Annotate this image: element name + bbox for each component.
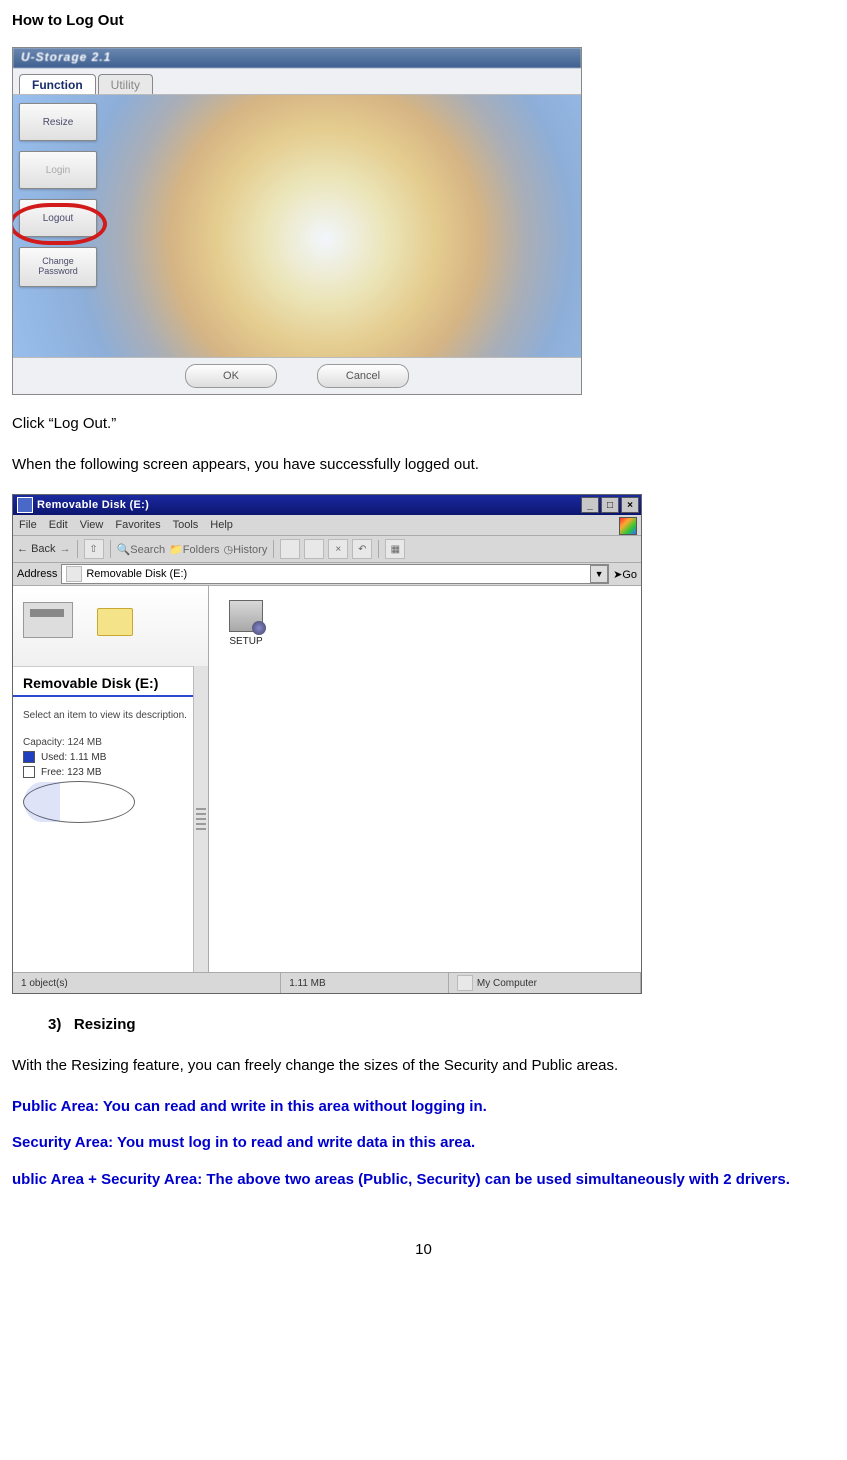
toolbar-back[interactable]: ← Back bbox=[17, 543, 56, 555]
setup-file[interactable]: SETUP bbox=[229, 600, 263, 647]
logout-button[interactable]: Logout bbox=[19, 199, 97, 237]
menu-edit[interactable]: Edit bbox=[49, 519, 68, 531]
ustorage-sidebar: Resize Login Logout Change Password bbox=[13, 95, 107, 357]
menu-help[interactable]: Help bbox=[210, 519, 233, 531]
tab-function[interactable]: Function bbox=[19, 74, 96, 94]
menu-file[interactable]: File bbox=[19, 519, 37, 531]
used-swatch-icon bbox=[23, 751, 35, 763]
text-logout-success: When the following screen appears, you h… bbox=[12, 454, 835, 477]
copy-to-icon[interactable] bbox=[304, 539, 324, 559]
menu-tools[interactable]: Tools bbox=[173, 519, 199, 531]
drive-icon bbox=[17, 497, 33, 513]
text-security-area: Security Area: You must log in to read a… bbox=[12, 1132, 835, 1155]
explorer-title-text: Removable Disk (E:) bbox=[37, 499, 581, 511]
ustorage-bottom-bar: OK Cancel bbox=[13, 357, 581, 394]
toolbar-forward[interactable]: → bbox=[60, 543, 71, 555]
cancel-button[interactable]: Cancel bbox=[317, 364, 409, 388]
windows-logo-icon bbox=[619, 517, 637, 535]
my-computer-icon bbox=[457, 975, 473, 991]
address-dropdown[interactable]: ▼ bbox=[590, 565, 608, 583]
figure-ustorage-window: U-Storage 2.1 Function Utility Resize Lo… bbox=[12, 47, 582, 395]
panel-info: Select an item to view its description. … bbox=[13, 697, 208, 826]
text-resizing-intro: With the Resizing feature, you can freel… bbox=[12, 1055, 835, 1078]
close-button[interactable]: × bbox=[621, 497, 639, 513]
explorer-addressbar: Address Removable Disk (E:) ▼ ➤Go bbox=[13, 563, 641, 586]
views-icon[interactable]: ▦ bbox=[385, 539, 405, 559]
address-field[interactable]: Removable Disk (E:) ▼ bbox=[61, 564, 609, 584]
setup-label: SETUP bbox=[229, 636, 263, 647]
free-swatch-icon bbox=[23, 766, 35, 778]
menu-view[interactable]: View bbox=[80, 519, 104, 531]
status-location: My Computer bbox=[449, 973, 641, 993]
address-label: Address bbox=[17, 568, 57, 580]
change-password-button[interactable]: Change Password bbox=[19, 247, 97, 287]
toolbar-folders[interactable]: 📁Folders bbox=[169, 543, 219, 556]
window-buttons: _ □ × bbox=[581, 497, 639, 513]
setup-exe-icon bbox=[229, 600, 263, 632]
panel-title: Removable Disk (E:) bbox=[13, 667, 208, 697]
used-row: Used: 1.11 MB bbox=[23, 751, 198, 763]
explorer-menubar: File Edit View Favorites Tools Help bbox=[13, 515, 641, 536]
heading-number: 3) bbox=[48, 1016, 61, 1033]
text-public-plus-security: ublic Area + Security Area: The above tw… bbox=[12, 1169, 835, 1192]
text-public-area: Public Area: You can read and write in t… bbox=[12, 1096, 835, 1119]
panel-scrollbar[interactable] bbox=[193, 666, 208, 972]
panel-description: Select an item to view its description. bbox=[23, 710, 198, 721]
ustorage-body: Resize Login Logout Change Password bbox=[13, 95, 581, 357]
status-objects: 1 object(s) bbox=[13, 973, 281, 993]
login-button[interactable]: Login bbox=[19, 151, 97, 189]
explorer-toolbar: ← Back → ⇧ 🔍Search 📁Folders ◷History × ↶… bbox=[13, 536, 641, 563]
panel-top-graphic bbox=[13, 586, 208, 667]
toolbar-history[interactable]: ◷History bbox=[223, 543, 267, 556]
ustorage-tabs: Function Utility bbox=[13, 68, 581, 95]
capacity-text: Capacity: 124 MB bbox=[23, 737, 198, 748]
explorer-titlebar: Removable Disk (E:) _ □ × bbox=[13, 495, 641, 515]
page-number: 10 bbox=[12, 1241, 835, 1258]
move-to-icon[interactable] bbox=[280, 539, 300, 559]
resize-button[interactable]: Resize bbox=[19, 103, 97, 141]
heading-resizing: 3) Resizing bbox=[48, 1016, 835, 1033]
toolbar-separator bbox=[77, 540, 78, 558]
undo-icon[interactable]: ↶ bbox=[352, 539, 372, 559]
text-click-logout: Click “Log Out.” bbox=[12, 413, 835, 436]
heading-how-to-log-out: How to Log Out bbox=[12, 12, 835, 29]
free-row: Free: 123 MB bbox=[23, 766, 198, 778]
explorer-file-area: SETUP bbox=[209, 586, 641, 972]
toolbar-search[interactable]: 🔍Search bbox=[117, 543, 166, 556]
maximize-button[interactable]: □ bbox=[601, 497, 619, 513]
tab-utility[interactable]: Utility bbox=[98, 74, 153, 94]
toolbar-separator bbox=[110, 540, 111, 558]
used-text: Used: 1.11 MB bbox=[41, 752, 106, 763]
address-value: Removable Disk (E:) bbox=[86, 568, 187, 580]
toolbar-separator bbox=[273, 540, 274, 558]
drive-graphic-icon bbox=[23, 602, 73, 638]
menu-favorites[interactable]: Favorites bbox=[115, 519, 160, 531]
explorer-statusbar: 1 object(s) 1.11 MB My Computer bbox=[13, 972, 641, 993]
figure-explorer-window: Removable Disk (E:) _ □ × File Edit View… bbox=[12, 494, 642, 994]
ustorage-titlebar: U-Storage 2.1 bbox=[13, 48, 581, 68]
delete-icon[interactable]: × bbox=[328, 539, 348, 559]
minimize-button[interactable]: _ bbox=[581, 497, 599, 513]
drive-icon bbox=[66, 566, 82, 582]
ok-button[interactable]: OK bbox=[185, 364, 277, 388]
explorer-left-panel: Removable Disk (E:) Select an item to vi… bbox=[13, 586, 209, 972]
heading-text: Resizing bbox=[74, 1016, 136, 1033]
up-icon[interactable]: ⇧ bbox=[84, 539, 104, 559]
disk-pie-chart bbox=[23, 781, 135, 823]
toolbar-separator bbox=[378, 540, 379, 558]
go-button[interactable]: ➤Go bbox=[613, 568, 637, 581]
folder-graphic-icon bbox=[97, 608, 133, 636]
explorer-main: Removable Disk (E:) Select an item to vi… bbox=[13, 586, 641, 972]
status-size: 1.11 MB bbox=[281, 973, 449, 993]
free-text: Free: 123 MB bbox=[41, 767, 102, 778]
